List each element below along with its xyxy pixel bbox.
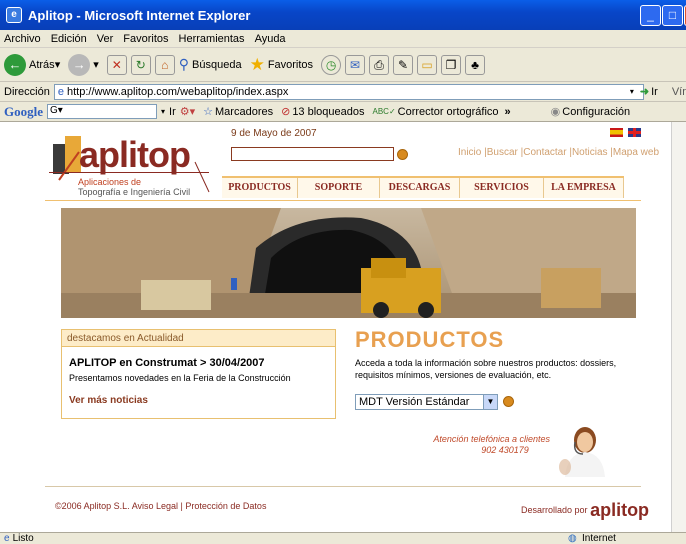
back-arrow-icon: ← [4,53,26,76]
links-label[interactable]: Vínculo [672,86,686,98]
top-links[interactable]: Inicio |Buscar |Contactar |Noticias |Map… [458,147,659,158]
vertical-scrollbar[interactable] [671,122,686,532]
status-bar: e Listo ◍ Internet [0,532,686,544]
page-icon: e [57,85,64,98]
favorites-button[interactable]: ★ Favoritos [250,55,314,75]
news-header: destacamos en Actualidad [62,330,335,347]
main-nav: PRODUCTOS SOPORTE DESCARGAS SERVICIOS LA… [222,176,624,198]
address-bar: Dirección e http://www.aplitop.com/webapl… [0,82,686,102]
go-arrow-icon[interactable]: ➜ [640,85,649,98]
language-flags [610,128,642,140]
google-tools-icon[interactable]: ⚙▾ [180,105,195,118]
address-dropdown[interactable]: ▾ [630,87,634,96]
news-summary: Presentamos novedades en la Feria de la … [69,373,291,383]
go-button[interactable]: Ir [651,86,658,98]
spellcheck-icon: ABC✓ [372,107,396,116]
footer-logo[interactable]: aplitop [590,500,649,520]
window-title: Aplitop - Microsoft Internet Explorer [28,7,251,23]
menu-favoritos[interactable]: Favoritos [123,33,168,45]
more-chevron-icon[interactable]: » [505,106,511,118]
support-agent-image [555,422,613,477]
spellcheck-button[interactable]: Corrector ortográfico [398,106,499,118]
messenger-icon[interactable]: ♣ [465,54,486,75]
maximize-button[interactable]: □ [662,5,683,26]
news-box: destacamos en Actualidad APLITOP en Cons… [61,329,336,419]
popup-blocked-button[interactable]: 13 bloqueados [292,106,364,118]
google-go-button[interactable]: Ir [169,106,176,118]
site-search-input[interactable] [231,147,394,161]
internet-zone-icon: ◍ [568,533,577,544]
google-logo: Google [4,103,43,119]
ie-icon: e [6,7,22,23]
menu-archivo[interactable]: Archivo [4,33,41,45]
popup-blocked-icon: ⊘ [281,106,291,118]
products-description: Acceda a toda la información sobre nuest… [355,358,617,380]
more-news-link[interactable]: Ver más noticias [69,395,335,406]
spanish-flag-icon[interactable] [610,128,623,137]
current-date: 9 de Mayo de 2007 [231,128,317,139]
back-button[interactable]: ← Atrás ▾ [4,53,60,76]
bookmarks-star-icon: ☆ [203,106,214,118]
home-icon[interactable]: ⌂ [154,54,175,75]
menu-edicion[interactable]: Edición [51,33,87,45]
products-title: PRODUCTOS [355,327,505,352]
zone-text: Internet [582,533,616,544]
window-titlebar: e Aplitop - Microsoft Internet Explorer [0,0,686,30]
product-select[interactable]: MDT Versión Estándar ▼ [355,394,498,410]
phone-support: Atención telefónica a clientes 902 43017… [433,434,550,455]
forward-button[interactable]: → ▾ [68,53,99,76]
news-title[interactable]: APLITOP en Construmat > 30/04/2007 [69,357,335,369]
google-toolbar: Google G▾ ▾ Ir ⚙▾ ☆ Marcadores ⊘ 13 bloq… [0,102,686,122]
logo-subtitle: Aplicaciones de Topografía e Ingeniería … [78,177,191,197]
search-icon: ⚲ [178,56,190,72]
menu-ver[interactable]: Ver [97,33,114,45]
menu-ayuda[interactable]: Ayuda [255,33,286,45]
logo-text: aplitop [79,134,191,175]
aplitop-logo[interactable]: aplitop Aplicaciones de Topografía e Ing… [45,132,215,205]
address-input[interactable]: e http://www.aplitop.com/webaplitop/index… [53,83,644,100]
folder-icon[interactable]: ▭ [417,54,438,75]
mail-icon[interactable]: ✉ [345,54,366,75]
research-icon[interactable]: ❐ [441,54,462,75]
header-divider [45,200,641,201]
stop-icon[interactable]: ✕ [106,54,127,75]
product-go-icon[interactable] [503,396,514,407]
site-search-go-icon[interactable] [397,149,408,160]
menu-herramientas[interactable]: Herramientas [179,33,245,45]
google-search-dropdown[interactable]: ▾ [161,107,165,116]
web-page: aplitop Aplicaciones de Topografía e Ing… [0,122,671,532]
menu-bar: Archivo Edición Ver Favoritos Herramient… [0,30,686,48]
nav-productos[interactable]: PRODUCTOS [222,178,298,198]
minimize-button[interactable]: _ [640,5,661,26]
footer-developed-by: Desarrollado por aplitop [521,500,650,520]
uk-flag-icon[interactable] [628,128,642,137]
toolbar: ← Atrás ▾ → ▾ ✕ ↻ ⌂ ⚲ Búsqueda ★ Favoritos … [0,48,686,82]
edit-icon[interactable]: ✎ [393,54,414,75]
address-label: Dirección [4,85,50,98]
nav-soporte[interactable]: SOPORTE [298,178,380,198]
status-text: Listo [12,533,34,544]
forward-arrow-icon: → [68,53,91,76]
print-icon[interactable]: ⎙ [369,54,390,75]
refresh-icon[interactable]: ↻ [130,54,151,75]
nav-la-empresa[interactable]: LA EMPRESA [544,178,624,198]
footer-legal[interactable]: ©2006 Aplitop S.L. Aviso Legal | Protecc… [55,501,266,511]
products-section: PRODUCTOS Acceda a toda la información s… [355,327,637,381]
google-search-input[interactable]: G▾ [47,104,157,119]
settings-button[interactable]: Configuración [562,106,630,118]
nav-descargas[interactable]: DESCARGAS [380,178,460,198]
bookmarks-button[interactable]: Marcadores [215,106,273,118]
star-icon: ★ [249,54,265,74]
nav-servicios[interactable]: SERVICIOS [460,178,544,198]
select-arrow-icon[interactable]: ▼ [483,395,497,409]
search-button[interactable]: ⚲ Búsqueda [179,56,242,73]
tunnel-banner-image [61,208,636,318]
history-icon[interactable]: ◷ [321,54,342,75]
status-page-icon: e [4,533,10,544]
settings-icon: ◉ [550,106,561,118]
